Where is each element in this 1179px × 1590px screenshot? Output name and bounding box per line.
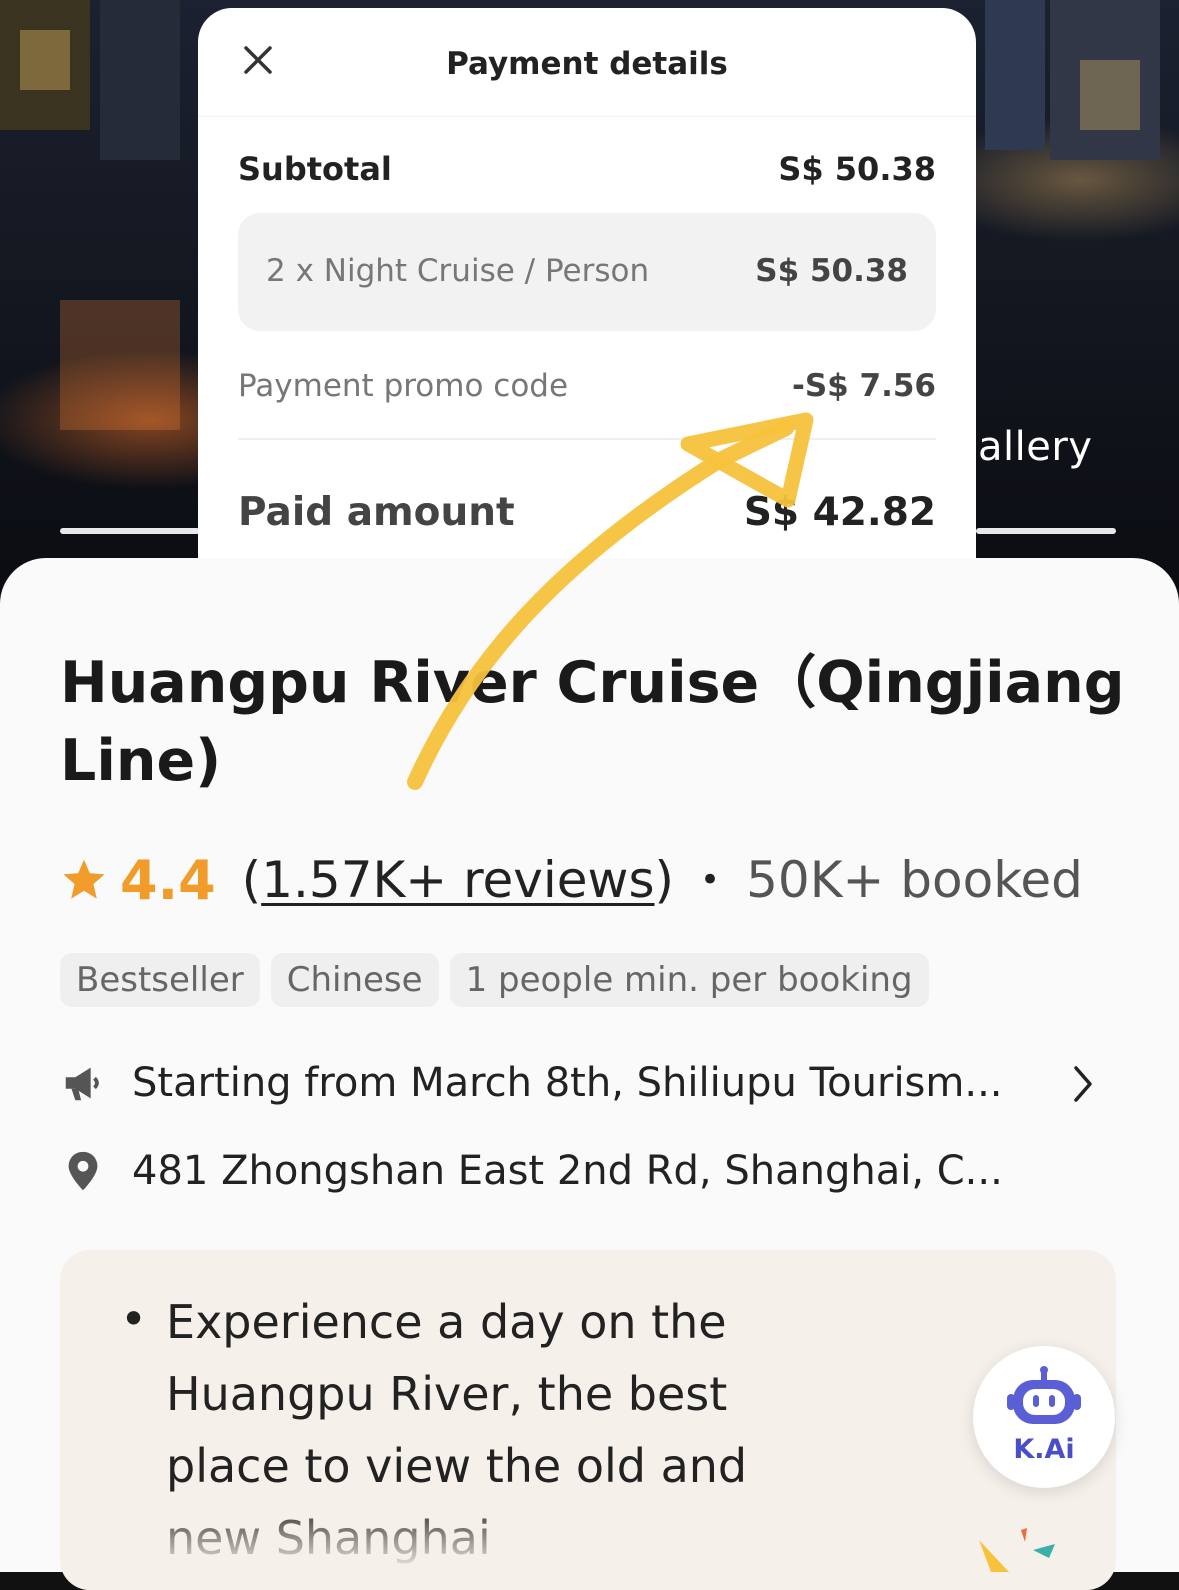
reviews-link[interactable]: (1.57K+ reviews) (242, 851, 674, 909)
subtotal-label: Subtotal (238, 150, 392, 188)
card-fade (60, 1500, 1116, 1590)
line-item-value: S$ 50.38 (755, 253, 908, 289)
notice-row[interactable]: Starting from March 8th, Shiliupu Touris… (60, 1060, 1120, 1106)
location-pin-icon (68, 1151, 98, 1191)
paid-amount-row: Paid amount S$ 42.82 (238, 490, 936, 535)
promo-value: -S$ 7.56 (791, 368, 936, 404)
product-title: Huangpu River Cruise（Qingjiang Line) (60, 650, 1125, 794)
tag-list: Bestseller Chinese 1 people min. per boo… (60, 953, 929, 1007)
megaphone-icon (65, 1067, 99, 1101)
subtotal-value: S$ 50.38 (778, 150, 936, 188)
star-icon (63, 859, 105, 899)
gallery-progress-bar (60, 528, 200, 534)
building (985, 0, 1045, 150)
building (100, 0, 180, 160)
promo-row: Payment promo code -S$ 7.56 (238, 368, 936, 404)
paid-amount-value: S$ 42.82 (743, 490, 936, 535)
tag-bestseller: Bestseller (60, 953, 260, 1007)
payment-details-modal: Payment details Subtotal S$ 50.38 2 x Ni… (198, 8, 976, 608)
notice-text: Starting from March 8th, Shiliupu Touris… (132, 1060, 1003, 1106)
modal-title: Payment details (446, 46, 728, 82)
highlight-bullet: • (120, 1292, 148, 1346)
highlights-card: • Experience a day on the Huangpu River,… (60, 1250, 1116, 1590)
subtotal-row: Subtotal S$ 50.38 (238, 150, 936, 188)
reviews-open-paren: ( (241, 851, 262, 909)
city-lights (20, 30, 70, 90)
boat-lights (60, 300, 180, 430)
chevron-right-icon[interactable] (1068, 1062, 1098, 1106)
gallery-progress-bar (976, 528, 1116, 534)
rating-row: 4.4 (1.57K+ reviews) • 50K+ booked (60, 845, 1083, 915)
reviews-link-text[interactable]: 1.57K+ reviews (261, 851, 654, 909)
kai-assistant-button[interactable]: K.Ai (973, 1346, 1115, 1488)
line-item-row: 2 x Night Cruise / Person S$ 50.38 (266, 253, 908, 289)
line-item-label: 2 x Night Cruise / Person (266, 253, 650, 289)
tag-min-booking: 1 people min. per booking (449, 953, 929, 1007)
promo-label: Payment promo code (238, 368, 569, 404)
reviews-close-paren: ) (654, 851, 675, 909)
rating-score: 4.4 (120, 848, 216, 912)
paid-amount-label: Paid amount (238, 490, 515, 535)
kai-label: K.Ai (1013, 1434, 1075, 1465)
booked-count: 50K+ booked (746, 851, 1083, 909)
address-row[interactable]: 481 Zhongshan East 2nd Rd, Shanghai, C..… (60, 1148, 1120, 1194)
divider (238, 438, 936, 440)
separator-dot: • (700, 860, 721, 900)
tag-language: Chinese (270, 953, 439, 1007)
robot-icon (1007, 1366, 1081, 1424)
gallery-label[interactable]: allery (978, 424, 1092, 470)
line-item-box: 2 x Night Cruise / Person S$ 50.38 (238, 213, 936, 331)
confetti-decoration-icon (979, 1528, 1055, 1572)
city-lights (1080, 60, 1140, 130)
modal-header: Payment details (198, 8, 976, 117)
address-text: 481 Zhongshan East 2nd Rd, Shanghai, C..… (132, 1148, 1003, 1194)
